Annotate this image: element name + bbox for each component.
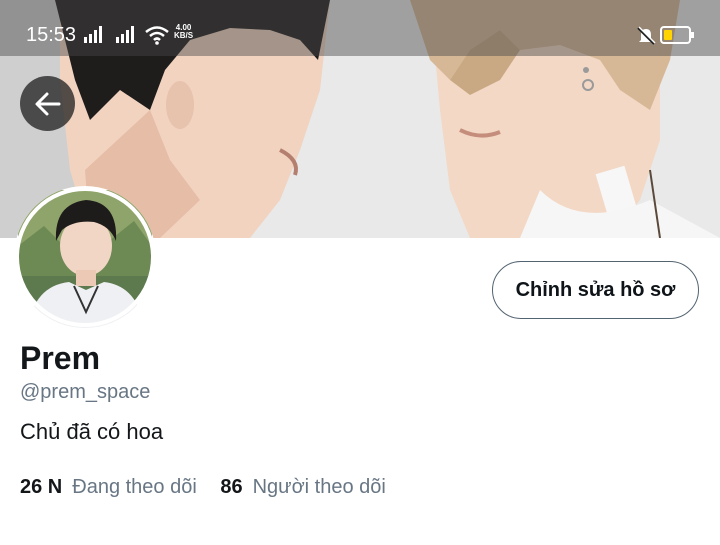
avatar-photo	[15, 187, 155, 328]
battery-icon	[660, 26, 694, 44]
network-speed-unit: KB/S	[174, 31, 194, 40]
profile-bio: Chủ đã có hoa	[20, 419, 164, 444]
signal-icon	[116, 26, 134, 43]
arrow-left-icon	[35, 92, 60, 115]
followers-label: Người theo dõi	[252, 476, 386, 498]
following-link[interactable]: 26 N Đang theo dõi	[20, 476, 197, 499]
status-bar: 15:53 4.00 KB/S	[0, 0, 720, 56]
following-label: Đang theo dõi	[72, 476, 197, 498]
avatar[interactable]	[14, 186, 156, 328]
followers-count: 86	[220, 476, 243, 498]
mute-icon	[637, 26, 656, 45]
back-button[interactable]	[20, 76, 75, 131]
follow-stats: 26 N Đang theo dõi 86 Người theo dõi	[20, 476, 404, 499]
wifi-icon	[145, 26, 169, 45]
network-speed: 4.00 KB/S	[174, 24, 193, 40]
signal-icon	[84, 26, 102, 43]
edit-profile-button[interactable]: Chỉnh sửa hồ sơ	[492, 261, 699, 319]
user-handle: @prem_space	[20, 381, 151, 403]
display-name: Prem	[20, 340, 101, 376]
status-time: 15:53	[26, 24, 77, 46]
following-count: 26 N	[20, 476, 63, 498]
followers-link[interactable]: 86 Người theo dõi	[220, 476, 386, 499]
